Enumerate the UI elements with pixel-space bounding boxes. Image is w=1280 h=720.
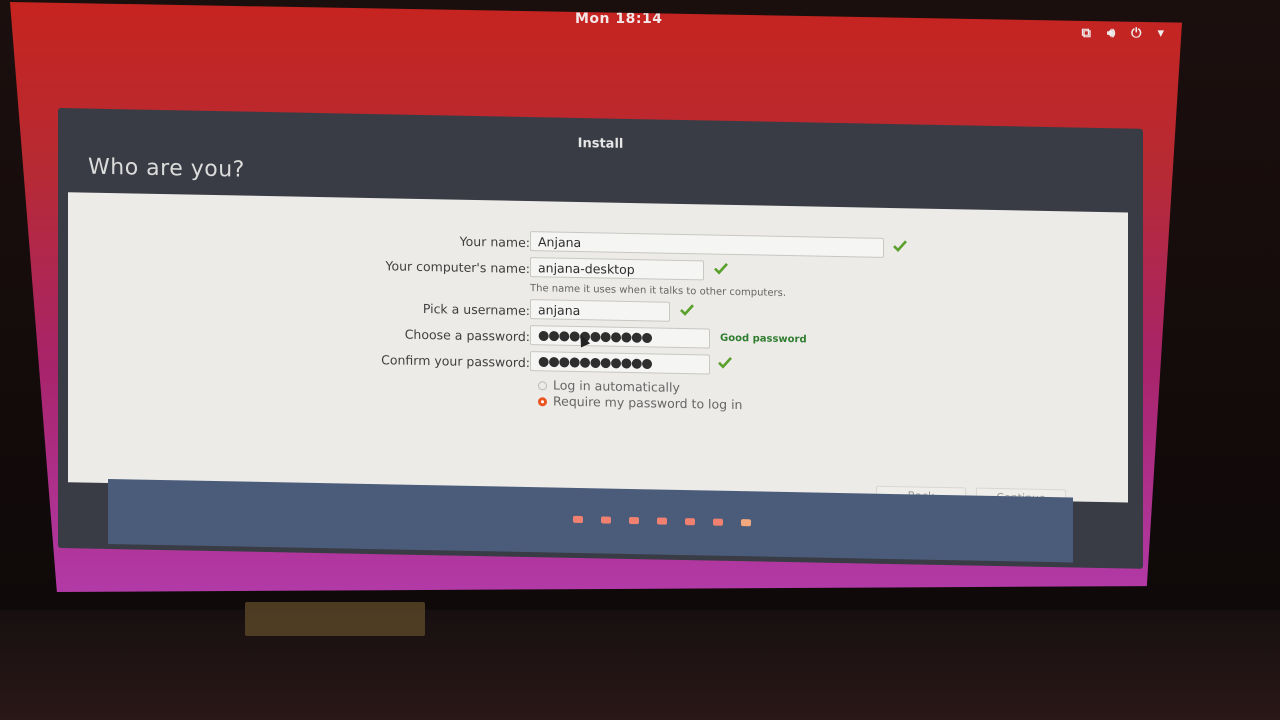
- desk-surface: [0, 610, 1280, 720]
- radio-label: Log in automatically: [553, 377, 680, 395]
- progress-dots: [573, 515, 751, 527]
- password-label: Choose a password:: [404, 326, 530, 345]
- monitor-stand: [245, 602, 425, 636]
- your-name-label: Your name:: [459, 233, 530, 251]
- radio-button[interactable]: [538, 381, 547, 391]
- progress-dot: [657, 517, 667, 525]
- page-title: Who are you?: [88, 154, 245, 183]
- radio-require-password[interactable]: Require my password to log in: [538, 393, 742, 412]
- check-icon: [714, 262, 728, 275]
- password-strength: Good password: [720, 332, 807, 346]
- power-icon[interactable]: ⏻: [1131, 26, 1141, 41]
- your-name-input[interactable]: Anjana: [530, 231, 884, 258]
- computer-name-input[interactable]: anjana-desktop: [530, 257, 704, 281]
- username-input[interactable]: anjana: [530, 299, 670, 322]
- check-icon: [893, 240, 907, 253]
- volume-icon[interactable]: 🔊︎: [1107, 26, 1115, 41]
- clock[interactable]: Mon 18:14: [575, 11, 662, 27]
- progress-dot: [601, 516, 611, 524]
- progress-dot: [685, 518, 695, 526]
- confirm-password-input[interactable]: ●●●●●●●●●●●: [530, 351, 710, 375]
- confirm-password-label: Confirm your password:: [381, 352, 530, 371]
- installer-window: Install Who are you? Your name: Anjana Y…: [58, 108, 1143, 569]
- check-icon: [680, 304, 694, 316]
- form-panel: Your name: Anjana Your computer's name: …: [68, 192, 1128, 508]
- check-icon: [718, 357, 732, 369]
- progress-dot: [573, 515, 583, 524]
- system-tray[interactable]: ⧉ 🔊︎ ⏻ ▾: [1082, 26, 1164, 41]
- network-icon[interactable]: ⧉: [1082, 26, 1091, 41]
- radio-button-selected[interactable]: [538, 397, 547, 407]
- desktop-screen: Mon 18:14 ⧉ 🔊︎ ⏻ ▾ Install Who are you? …: [10, 2, 1182, 592]
- password-input[interactable]: ●●●●●●●●●●●: [530, 325, 710, 349]
- radio-log-in-automatically[interactable]: Log in automatically: [538, 377, 680, 395]
- progress-dot: [741, 519, 751, 527]
- progress-dot: [713, 518, 723, 526]
- progress-dot: [629, 516, 639, 525]
- radio-label: Require my password to log in: [553, 393, 743, 413]
- computer-name-label: Your computer's name:: [385, 258, 530, 277]
- chevron-down-icon[interactable]: ▾: [1157, 26, 1164, 41]
- username-label: Pick a username:: [422, 301, 530, 319]
- computer-name-hint: The name it uses when it talks to other …: [530, 283, 787, 299]
